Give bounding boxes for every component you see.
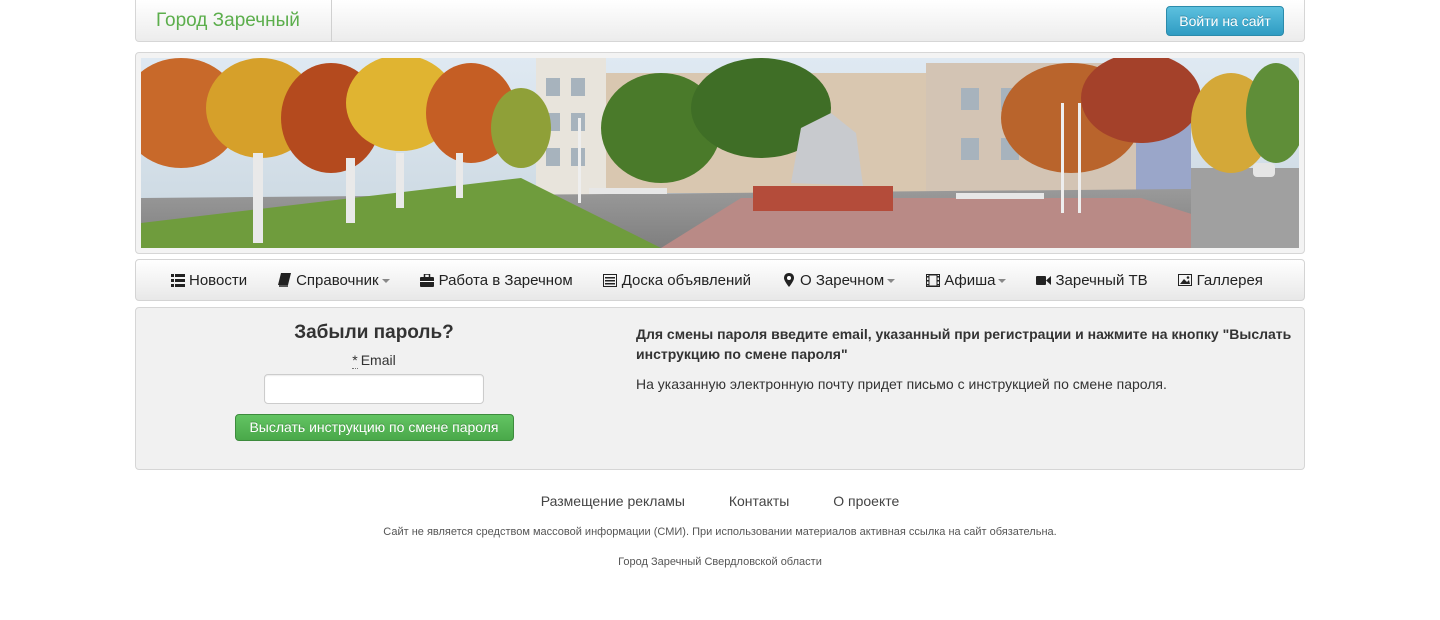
menu-item-about[interactable]: О Заречном [781,271,896,289]
top-navbar: Город Заречный Войти на сайт [135,0,1305,42]
menu-item-board[interactable]: Доска объявлений [603,272,751,289]
menu-item-gallery[interactable]: Галлерея [1178,272,1263,289]
footer-disclaimer: Сайт не является средством массовой инфо… [383,526,1057,538]
briefcase-icon [420,273,435,288]
site-brand[interactable]: Город Заречный [136,0,332,41]
send-instructions-button[interactable]: Выслать инструкцию по смене пароля [234,414,514,441]
chevron-down-icon [998,279,1007,283]
footer-link-ads[interactable]: Размещение рекламы [541,493,685,509]
footer-link-contacts[interactable]: Контакты [729,493,789,509]
menu-item-directory[interactable]: Справочник [277,272,390,289]
footer-region: Город Заречный Свердловской области [618,556,822,568]
password-recovery-panel: Забыли пароль? * Email Выслать инструкцию… [135,307,1305,470]
menu-item-jobs[interactable]: Работа в Заречном [420,272,573,289]
email-field[interactable] [264,374,484,404]
list-icon [170,273,185,288]
film-icon [925,273,940,288]
recovery-form: Забыли пароль? * Email Выслать инструкцию… [136,308,612,441]
instruction-heading: Для смены пароля введите email, указанны… [636,326,1292,362]
form-title: Забыли пароль? [294,322,454,343]
instruction-note: На указанную электронную почту придет пи… [636,376,1167,392]
main-menu: Новости Справочник Работа в Заречном Дос… [135,259,1305,301]
book-icon [277,273,292,288]
menu-label-jobs: Работа в Заречном [438,271,573,289]
footer-links: Размещение рекламы Контакты О проекте [0,493,1440,509]
menu-item-tv[interactable]: Заречный ТВ [1036,271,1148,289]
list-alt-icon [603,273,618,288]
banner-image [141,58,1299,248]
menu-label-tv: Заречный ТВ [1055,271,1148,289]
menu-label-gallery: Галлерея [1196,271,1263,289]
login-button[interactable]: Войти на сайт [1166,6,1284,36]
required-mark: * [352,352,358,369]
map-marker-icon [781,273,796,288]
chevron-down-icon [381,279,390,283]
instructions-text: Для смены пароля введите email, указанны… [636,324,1298,394]
menu-item-news[interactable]: Новости [170,272,247,289]
picture-icon [1178,273,1193,288]
menu-label-about: О Заречном [800,271,885,289]
video-camera-icon [1036,273,1052,288]
chevron-down-icon [887,279,896,283]
menu-label-board: Доска объявлений [621,271,751,289]
email-label: * Email [136,352,612,369]
footer-link-about[interactable]: О проекте [833,493,899,509]
banner [135,52,1305,254]
menu-label-news: Новости [189,271,248,289]
menu-label-events: Афиша [944,271,996,289]
menu-label-directory: Справочник [296,271,379,289]
menu-item-events[interactable]: Афиша [925,271,1007,289]
email-label-text: Email [360,352,396,368]
menu-list: Новости Справочник Работа в Заречном Дос… [170,260,1293,300]
